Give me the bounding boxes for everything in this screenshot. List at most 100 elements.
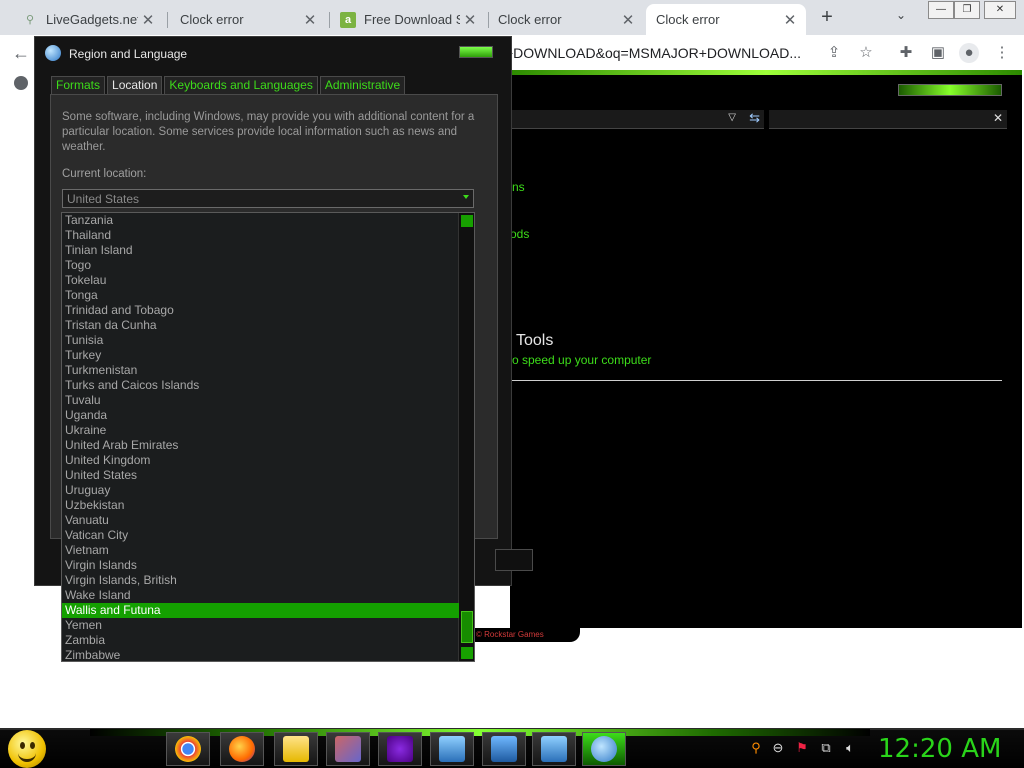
dropdown-item[interactable]: United States xyxy=(62,468,459,483)
scroll-down-button[interactable] xyxy=(461,647,473,659)
browser-tab[interactable]: Clock error ✕ xyxy=(170,4,326,35)
minus-circle-icon[interactable]: ⊖ xyxy=(770,740,786,756)
dropdown-item[interactable]: Vanuatu xyxy=(62,513,459,528)
dropdown-item[interactable]: Turkey xyxy=(62,348,459,363)
chrome-icon xyxy=(175,736,201,762)
dropdown-item[interactable]: Turkmenistan xyxy=(62,363,459,378)
maximize-button[interactable]: ❐ xyxy=(954,1,980,19)
tab-keyboards-languages[interactable]: Keyboards and Languages xyxy=(164,76,318,95)
scroll-up-button[interactable] xyxy=(461,215,473,227)
dropdown-item[interactable]: Virgin Islands xyxy=(62,558,459,573)
side-panel-icon[interactable]: ▣ xyxy=(928,43,948,63)
dropdown-item[interactable]: Tristan da Cunha xyxy=(62,318,459,333)
dropdown-item[interactable]: Thailand xyxy=(62,228,459,243)
app-link[interactable]: ods xyxy=(510,227,529,241)
app-combo-box[interactable]: ▽ ⇆ xyxy=(510,110,764,129)
extensions-puzzle-icon[interactable]: ✚ xyxy=(896,43,916,63)
dropdown-item[interactable]: Uganda xyxy=(62,408,459,423)
dropdown-item[interactable]: Vatican City xyxy=(62,528,459,543)
taskbar-app-button[interactable] xyxy=(532,732,576,766)
tab-formats[interactable]: Formats xyxy=(51,76,106,95)
dropdown-item[interactable]: Ukraine xyxy=(62,423,459,438)
app-heading: Tools xyxy=(516,332,554,349)
browser-tab[interactable]: ⚲ LiveGadgets.net - ✕ xyxy=(12,4,164,35)
profile-avatar-icon[interactable]: ● xyxy=(959,43,979,63)
taskbar-app-button[interactable] xyxy=(582,732,626,766)
tab-search-chevron-icon[interactable]: ⌄ xyxy=(896,8,906,22)
search-icon[interactable]: ⚲ xyxy=(748,740,764,756)
new-tab-button[interactable]: + xyxy=(816,6,838,28)
app-window-buttons[interactable] xyxy=(898,84,1002,96)
clear-icon[interactable]: ✕ xyxy=(993,111,1003,125)
dropdown-item[interactable]: Yemen xyxy=(62,618,459,633)
tab-administrative[interactable]: Administrative xyxy=(319,76,406,95)
taskbar-app-button[interactable] xyxy=(166,732,210,766)
dropdown-item[interactable]: Tuvalu xyxy=(62,393,459,408)
taskbar-app-button[interactable] xyxy=(482,732,526,766)
sync-icon[interactable]: ⇆ xyxy=(749,110,760,126)
dropdown-item[interactable]: Trinidad and Tobago xyxy=(62,303,459,318)
current-location-select[interactable]: United States xyxy=(62,189,474,208)
browser-tab-active[interactable]: Clock error ✕ xyxy=(646,4,806,35)
tab-close-icon[interactable]: ✕ xyxy=(138,11,158,29)
app-subtext-link[interactable]: o speed up your computer xyxy=(512,353,651,367)
folder-icon xyxy=(283,736,309,762)
flag-icon[interactable]: ⚑ xyxy=(794,740,810,756)
taskbar-app-button[interactable] xyxy=(274,732,318,766)
dropdown-item[interactable]: Tunisia xyxy=(62,333,459,348)
browser-tab[interactable]: Clock error ✕ xyxy=(488,4,644,35)
dialog-button-area[interactable] xyxy=(495,549,533,571)
tab-close-icon[interactable]: ✕ xyxy=(780,11,800,29)
tab-location[interactable]: Location xyxy=(107,76,163,96)
taskbar-app-button[interactable] xyxy=(326,732,370,766)
taskbar-clock[interactable]: 12:20 AM xyxy=(878,734,1001,764)
dialog-close-button[interactable] xyxy=(459,46,493,58)
address-bar[interactable]: +DOWNLOAD&oq=MSMAJOR+DOWNLOAD... xyxy=(505,40,805,66)
dropdown-item[interactable]: Togo xyxy=(62,258,459,273)
dropdown-item[interactable]: Tinian Island xyxy=(62,243,459,258)
volume-icon[interactable]: 🔈︎ xyxy=(842,740,858,756)
network-tray-icon[interactable]: ⧉ xyxy=(818,740,834,756)
dropdown-item-selected[interactable]: Wallis and Futuna xyxy=(62,603,459,618)
location-dropdown-list[interactable]: Tanzania Thailand Tinian Island Togo Tokelau… xyxy=(61,212,475,662)
chevron-down-icon[interactable] xyxy=(463,195,469,199)
dropdown-item[interactable]: Tanzania xyxy=(62,213,459,228)
globe-icon[interactable] xyxy=(14,76,28,90)
app-link[interactable]: ns xyxy=(512,180,525,194)
app-search-input[interactable]: ✕ xyxy=(769,110,1007,129)
dropdown-item[interactable]: Uzbekistan xyxy=(62,498,459,513)
dropdown-arrow-icon[interactable]: ▽ xyxy=(728,112,736,123)
dropdown-item[interactable]: Virgin Islands, British xyxy=(62,573,459,588)
dropdown-item[interactable]: Wake Island xyxy=(62,588,459,603)
browser-tab[interactable]: a Free Download S ✕ xyxy=(330,4,486,35)
tab-title: Clock error xyxy=(180,12,244,27)
share-icon[interactable]: ⇪ xyxy=(824,43,844,63)
taskbar-app-button[interactable] xyxy=(430,732,474,766)
smiley-eye xyxy=(30,742,35,749)
dropdown-item[interactable]: Zambia xyxy=(62,633,459,648)
scroll-thumb[interactable] xyxy=(461,611,473,643)
bookmark-star-icon[interactable]: ☆ xyxy=(856,43,876,63)
start-smiley-icon[interactable] xyxy=(8,730,46,768)
app-top-glow xyxy=(510,70,1022,75)
tab-close-icon[interactable]: ✕ xyxy=(618,11,638,29)
dropdown-scrollbar[interactable] xyxy=(458,213,474,661)
dropdown-item[interactable]: Vietnam xyxy=(62,543,459,558)
tab-close-icon[interactable]: ✕ xyxy=(300,11,320,29)
dropdown-item[interactable]: Zimbabwe xyxy=(62,648,459,661)
display-icon xyxy=(541,736,567,762)
taskbar-app-button[interactable] xyxy=(378,732,422,766)
dropdown-item[interactable]: United Arab Emirates xyxy=(62,438,459,453)
dropdown-item[interactable]: Turks and Caicos Islands xyxy=(62,378,459,393)
minimize-button[interactable]: — xyxy=(928,1,954,19)
tab-separator xyxy=(167,12,168,28)
taskbar-app-button[interactable] xyxy=(220,732,264,766)
menu-kebab-icon[interactable]: ⋮ xyxy=(992,43,1012,63)
dropdown-item[interactable]: Tokelau xyxy=(62,273,459,288)
dropdown-item[interactable]: Uruguay xyxy=(62,483,459,498)
dropdown-item[interactable]: United Kingdom xyxy=(62,453,459,468)
back-arrow-icon[interactable]: ← xyxy=(12,43,30,64)
window-close-button[interactable]: ✕ xyxy=(984,1,1016,19)
tab-close-icon[interactable]: ✕ xyxy=(460,11,480,29)
dropdown-item[interactable]: Tonga xyxy=(62,288,459,303)
